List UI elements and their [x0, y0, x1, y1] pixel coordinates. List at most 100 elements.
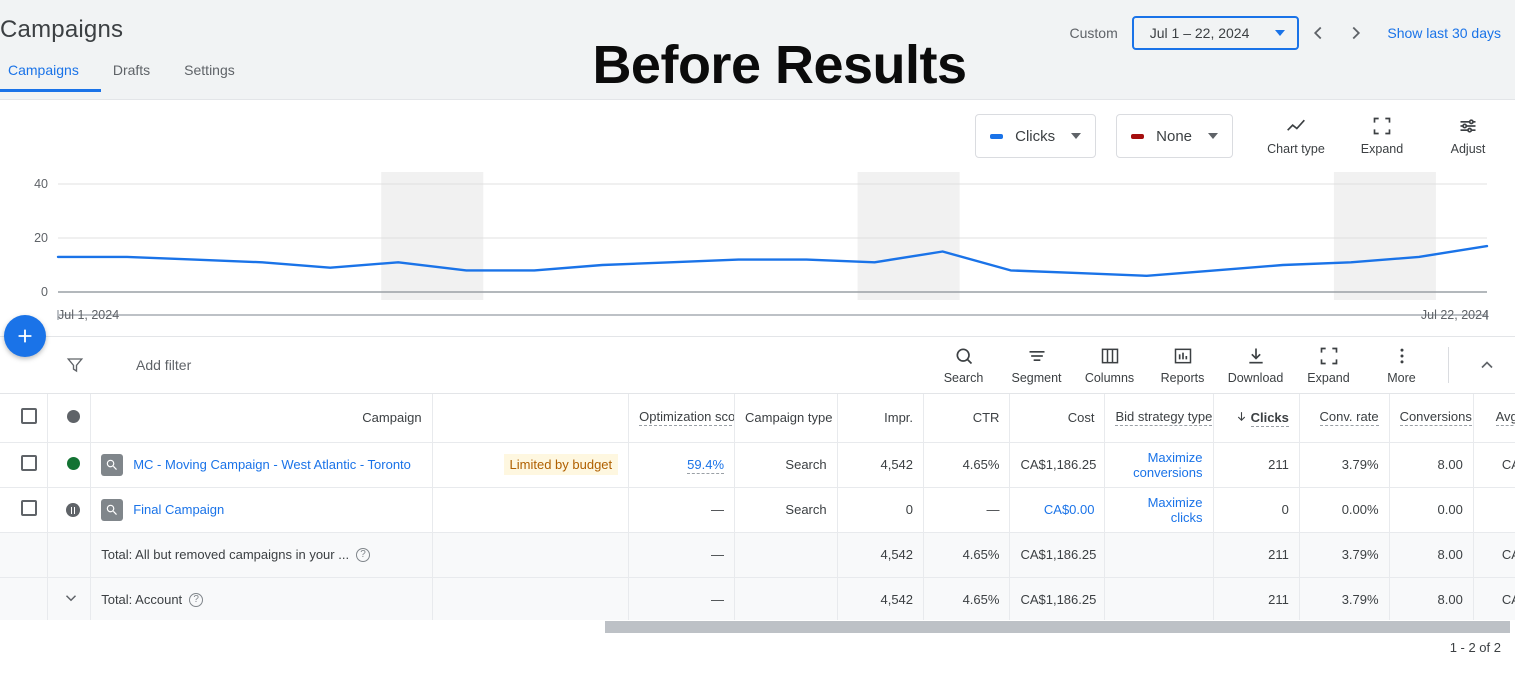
total-cost-cell: CA$1,186.25 [1009, 577, 1106, 620]
row-optimization-score-cell: 59.4% [628, 442, 736, 488]
page-title: Campaigns [0, 16, 124, 43]
total-label-text: Total: Account [101, 592, 183, 607]
row-conversions-cell: 0.00 [1389, 487, 1474, 533]
row-checkbox[interactable] [21, 500, 38, 516]
search-glyph-icon [106, 504, 118, 515]
add-filter-button[interactable]: Add filter [136, 357, 191, 373]
status-enabled-icon[interactable] [67, 456, 81, 470]
show-last-30-days-link[interactable]: Show last 30 days [1387, 25, 1501, 41]
conversions-header[interactable]: Conversions [1389, 394, 1474, 443]
campaign-name-header[interactable]: Campaign [90, 394, 433, 443]
download-button[interactable]: Download [1219, 346, 1292, 385]
table-row[interactable]: MC - Moving Campaign - West Atlantic - T… [0, 442, 1515, 488]
metric-selector-primary[interactable]: Clicks [975, 114, 1097, 158]
row-select-cell [0, 487, 49, 533]
next-period-button[interactable] [1337, 14, 1375, 52]
campaign-name-link[interactable]: Final Campaign [133, 502, 224, 517]
tab-campaigns[interactable]: Campaigns [0, 62, 101, 92]
reports-icon [1174, 348, 1191, 363]
search-campaign-icon [101, 498, 124, 521]
cost-value[interactable]: CA$0.00 [1044, 502, 1095, 517]
table-actions: Search Segment Columns Reports Download … [927, 346, 1515, 385]
pagination-label: 1 - 2 of 2 [1449, 640, 1501, 655]
bid-strategy-header[interactable]: Bid strategy type [1104, 394, 1214, 443]
total-ctr-cell: 4.65% [923, 577, 1011, 620]
metric-secondary-label: None [1156, 127, 1192, 145]
more-button[interactable]: More [1365, 346, 1438, 385]
prev-period-button[interactable] [1299, 14, 1337, 52]
row-ctr-cell: 4.65% [923, 442, 1011, 488]
chart-expand-button[interactable]: Expand [1339, 109, 1425, 163]
optimization-score-header[interactable]: Optimization score [628, 394, 736, 443]
chart-adjust-button[interactable]: Adjust [1425, 109, 1511, 163]
date-range-selector[interactable]: Jul 1 – 22, 2024 [1131, 16, 1300, 50]
status-dot-icon [67, 409, 81, 423]
row-conv-rate-cell: 3.79% [1299, 442, 1390, 488]
chevron-down-icon [1071, 133, 1082, 139]
search-button[interactable]: Search [927, 346, 1000, 385]
help-icon[interactable]: ? [356, 547, 371, 562]
metric-primary-label: Clicks [1015, 127, 1056, 145]
expand-account-total-button[interactable] [47, 577, 92, 620]
total-conv-rate-cell: 3.79% [1299, 532, 1390, 578]
row-status-cell [47, 487, 92, 533]
select-all-checkbox[interactable] [21, 408, 38, 425]
cost-header-label: Cost [1067, 410, 1095, 426]
primary-tabs: Campaigns Drafts Settings [0, 62, 257, 92]
horizontal-scrollbar[interactable] [0, 620, 1515, 634]
optimization-score-value[interactable]: 59.4% [687, 457, 725, 474]
expand-icon [1320, 347, 1337, 364]
conv-rate-header[interactable]: Conv. rate [1299, 394, 1390, 443]
adjust-sliders-icon [1460, 119, 1476, 133]
new-campaign-button[interactable] [4, 315, 46, 357]
date-preset-label: Custom [1069, 25, 1118, 41]
chevron-down-icon [66, 595, 77, 602]
campaign-name-link[interactable]: MC - Moving Campaign - West Atlantic - T… [133, 457, 411, 472]
scrollbar-thumb[interactable] [605, 621, 1510, 633]
table-expand-button[interactable]: Expand [1292, 346, 1365, 385]
segment-button[interactable]: Segment [1000, 346, 1073, 385]
campaign-type-header[interactable]: Campaign type [734, 394, 838, 443]
table-header-row: Campaign Optimization score Campaign typ… [0, 394, 1515, 443]
tab-settings[interactable]: Settings [172, 62, 257, 92]
svg-text:20: 20 [34, 231, 48, 245]
limited-by-budget-badge[interactable]: Limited by budget [503, 454, 619, 475]
total-bid-strategy-cell [1104, 577, 1214, 620]
segment-icon [1029, 350, 1044, 361]
campaigns-page: Campaigns Before Results Campaigns Draft… [0, 0, 1515, 676]
columns-label: Columns [1084, 370, 1135, 385]
total-avg-cpc-cell: CA$5.62 [1473, 577, 1515, 620]
avg-cpc-header[interactable]: Avg. CPC [1473, 394, 1515, 443]
row-optimization-score-cell: — [628, 487, 736, 533]
table-total-row: Total: Account ? — 4,542 4.65% CA$1,186.… [0, 577, 1515, 620]
bid-strategy-link[interactable]: Maximize conversions [1133, 450, 1202, 480]
search-label: Search [943, 370, 984, 385]
collapse-chart-button[interactable] [1467, 355, 1507, 375]
help-icon[interactable]: ? [189, 592, 204, 607]
bid-strategy-link[interactable]: Maximize clicks [1148, 495, 1203, 525]
total-avg-cpc-cell: CA$5.62 [1473, 532, 1515, 578]
impressions-header[interactable]: Impr. [837, 394, 925, 443]
total-label-wrapper: Total: All but removed campaigns in your… [101, 547, 421, 562]
chart-type-button[interactable]: Chart type [1253, 109, 1339, 163]
cost-header[interactable]: Cost [1009, 394, 1106, 443]
row-budget-note-cell: Limited by budget [432, 442, 630, 488]
campaigns-table-container[interactable]: Campaign Optimization score Campaign typ… [0, 394, 1515, 620]
total-ctr-cell: 4.65% [923, 532, 1011, 578]
status-paused-icon[interactable] [66, 503, 81, 518]
row-checkbox[interactable] [21, 455, 38, 471]
clicks-header[interactable]: Clicks [1213, 394, 1300, 443]
columns-button[interactable]: Columns [1073, 346, 1146, 385]
table-row[interactable]: Final Campaign — Search 0 — CA$0.00 Maxi… [0, 487, 1515, 533]
ctr-header[interactable]: CTR [923, 394, 1011, 443]
table-toolbar: Add filter Search Segment Columns Report… [0, 336, 1515, 394]
clicks-header-label: Clicks [1250, 410, 1289, 428]
metric-selector-secondary[interactable]: None [1116, 114, 1233, 158]
select-all-header [0, 394, 49, 443]
columns-icon [1101, 348, 1118, 363]
reports-button[interactable]: Reports [1146, 346, 1219, 385]
tab-drafts[interactable]: Drafts [101, 62, 172, 92]
svg-text:40: 40 [34, 177, 48, 191]
chevron-right-icon [1352, 26, 1361, 40]
filter-button[interactable] [62, 356, 88, 374]
